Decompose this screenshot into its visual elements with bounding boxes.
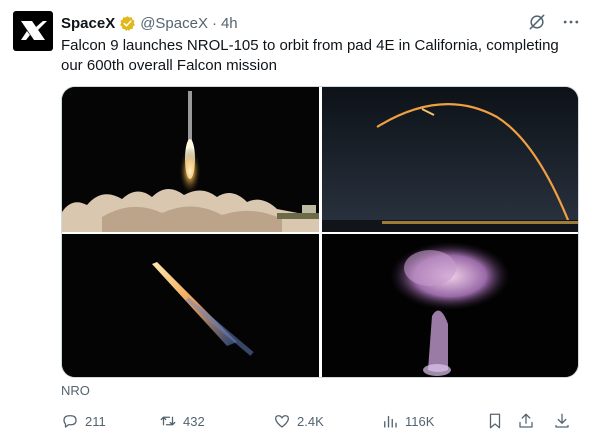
retweet-button[interactable]: 432 <box>159 412 205 430</box>
author-name[interactable]: SpaceX <box>61 15 115 32</box>
media-caption[interactable]: NRO <box>61 383 90 398</box>
like-button[interactable]: 2.4K <box>273 412 324 430</box>
spacex-logo-icon <box>21 21 47 40</box>
separator-dot: · <box>211 14 217 32</box>
share-button[interactable] <box>517 412 535 430</box>
rocket-arc-image[interactable] <box>322 87 578 232</box>
tweet-actions: 211 432 2.4K 116K <box>61 410 573 432</box>
retweet-icon <box>160 416 176 426</box>
like-count: 2.4K <box>297 413 324 429</box>
avatar[interactable] <box>13 11 53 51</box>
bookmark-icon <box>489 413 501 429</box>
rocket-ascent-image[interactable] <box>62 234 319 377</box>
timestamp[interactable]: 4h <box>221 15 238 32</box>
heart-icon <box>274 415 290 428</box>
reply-icon <box>63 415 77 428</box>
reply-button[interactable]: 211 <box>61 412 106 430</box>
media-grid <box>61 86 579 378</box>
bookmark-button[interactable] <box>486 412 504 430</box>
tweet-text: Falcon 9 launches NROL-105 to orbit from… <box>61 37 559 74</box>
download-icon <box>555 413 569 428</box>
verified-badge-icon[interactable] <box>119 15 136 32</box>
retweet-count: 432 <box>183 413 205 429</box>
share-icon <box>519 413 533 428</box>
reply-count: 211 <box>85 413 106 429</box>
rocket-plume-image[interactable] <box>322 234 578 377</box>
download-button[interactable] <box>553 412 571 430</box>
rocket-liftoff-image[interactable] <box>62 87 319 232</box>
views-button[interactable]: 116K <box>381 412 434 430</box>
view-count: 116K <box>405 413 435 429</box>
author-handle[interactable]: @SpaceX <box>140 15 208 32</box>
more-icon[interactable] <box>561 12 581 32</box>
tweet-header: SpaceX @SpaceX · 4h <box>61 13 581 33</box>
grok-icon[interactable] <box>527 12 547 32</box>
views-icon <box>384 415 397 428</box>
